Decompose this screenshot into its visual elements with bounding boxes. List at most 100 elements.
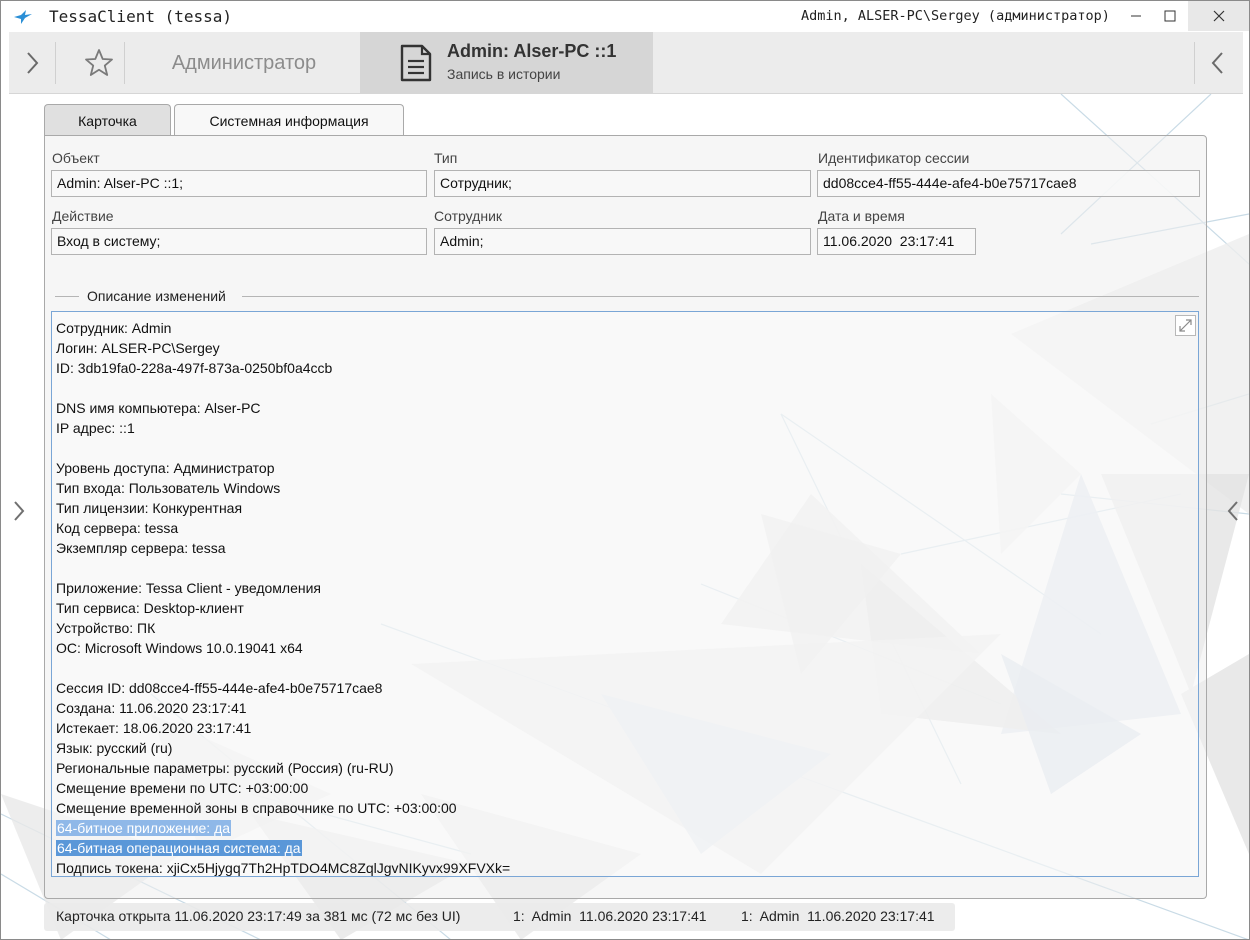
description-line-text: DNS имя компьютера: Alser-PC — [56, 400, 261, 416]
description-line: 64-битное приложение: да — [56, 818, 1156, 838]
description-line-text: IP адрес: ::1 — [56, 420, 135, 436]
current-user-info[interactable]: Admin, ALSER-PC\Sergey (администратор) — [801, 8, 1110, 24]
title-bar: TessaClient (tessa) Admin, ALSER-PC\Serg… — [1, 1, 1249, 33]
description-line: Уровень доступа: Администратор — [56, 458, 1156, 478]
employee-label: Сотрудник — [434, 208, 503, 224]
description-line: Логин: ALSER-PC\Sergey — [56, 338, 1156, 358]
description-line: Истекает: 18.06.2020 23:17:41 — [56, 718, 1156, 738]
description-line-text: Смещение временной зоны в справочнике по… — [56, 800, 457, 816]
active-tab-subtitle: Запись в истории — [447, 66, 561, 82]
chevron-right-icon — [27, 52, 39, 74]
close-icon — [1213, 10, 1225, 22]
chevron-left-icon — [1227, 501, 1238, 521]
description-line-text: Региональные параметры: русский (Россия)… — [56, 760, 394, 776]
datetime-field[interactable]: 11.06.2020 23:17:41 — [817, 228, 976, 255]
description-line-text: 64-битное приложение: да — [56, 820, 232, 836]
object-label: Объект — [52, 150, 100, 166]
description-line: Создана: 11.06.2020 23:17:41 — [56, 698, 1156, 718]
description-line-text: Экземпляр сервера: tessa — [56, 540, 226, 556]
expand-icon — [1179, 319, 1192, 332]
description-line-text: Уровень доступа: Администратор — [56, 460, 275, 476]
description-text: Сотрудник: Admin Логин: ALSER-PC\Sergey ID… — [56, 318, 1156, 878]
tab-card[interactable]: Карточка — [44, 104, 171, 136]
description-line-text: Устройство: ПК — [56, 620, 156, 636]
tab-system-info[interactable]: Системная информация — [174, 104, 404, 136]
maximize-icon — [1164, 10, 1176, 22]
tab-header: Администратор Admin: Alser-PC ::1 Запись… — [9, 32, 1243, 94]
description-line — [56, 558, 1156, 578]
description-line-text: ОС: Microsoft Windows 10.0.19041 x64 — [56, 640, 303, 656]
description-line-text: Приложение: Tessa Client - уведомления — [56, 580, 322, 596]
maximize-button[interactable] — [1147, 1, 1193, 31]
app-window: TessaClient (tessa) Admin, ALSER-PC\Serg… — [0, 0, 1250, 940]
description-line-text: Логин: ALSER-PC\Sergey — [56, 340, 220, 356]
description-line-text: Сессия ID: dd08cce4-ff55-444e-afe4-b0e75… — [56, 680, 383, 696]
description-line: 64-битная операционная система: да — [56, 838, 1156, 858]
datetime-label: Дата и время — [818, 208, 905, 224]
action-field[interactable]: Вход в систему; — [51, 228, 427, 255]
employee-field[interactable]: Admin; — [434, 228, 811, 255]
group-divider — [55, 296, 79, 297]
description-line-text: Сотрудник: Admin — [56, 320, 172, 336]
action-label: Действие — [52, 208, 114, 224]
expand-button[interactable] — [1175, 315, 1196, 336]
description-line-text: Язык: русский (ru) — [56, 740, 173, 756]
description-group-title: Описание изменений — [87, 288, 226, 304]
tab-active-card[interactable]: Admin: Alser-PC ::1 Запись в истории — [360, 32, 653, 94]
description-line-text: Истекает: 18.06.2020 23:17:41 — [56, 720, 252, 736]
description-line-text: Тип сервиса: Desktop-клиент — [56, 600, 244, 616]
object-field[interactable]: Admin: Alser-PC ::1; — [51, 170, 427, 197]
description-line-text: ID: 3db19fa0-228a-497f-873a-0250bf0a4ccb — [56, 360, 333, 376]
chevron-left-icon — [1211, 52, 1223, 74]
description-line-text: Код сервера: tessa — [56, 520, 179, 536]
history-entry[interactable]: 1: Admin 11.06.2020 23:17:41 — [513, 908, 707, 924]
description-line: Смещение временной зоны в справочнике по… — [56, 798, 1156, 818]
description-line: ОС: Microsoft Windows 10.0.19041 x64 — [56, 638, 1156, 658]
separator — [55, 42, 56, 84]
description-line-text: 64-битная операционная система: да — [56, 840, 302, 856]
status-footer: Карточка открыта 11.06.2020 23:17:49 за … — [44, 903, 955, 931]
card-opened-status: Карточка открыта 11.06.2020 23:17:49 за … — [56, 908, 461, 924]
description-line-text: Тип лицензии: Конкурентная — [56, 500, 243, 516]
description-line: Подпись токена: xjiCx5Hjygq7Th2HpTDO4MC8… — [56, 858, 1156, 878]
description-line: Приложение: Tessa Client - уведомления — [56, 578, 1156, 598]
separator — [124, 42, 125, 84]
left-side-panel-button[interactable] — [9, 496, 29, 526]
minimize-icon — [1131, 15, 1141, 17]
right-side-panel-button[interactable] — [1223, 496, 1243, 526]
type-label: Тип — [434, 150, 458, 166]
description-line-text: Тип входа: Пользователь Windows — [56, 480, 281, 496]
description-line: Код сервера: tessa — [56, 518, 1156, 538]
description-line — [56, 438, 1156, 458]
description-line: Тип входа: Пользователь Windows — [56, 478, 1156, 498]
description-line: ID: 3db19fa0-228a-497f-873a-0250bf0a4ccb — [56, 358, 1156, 378]
description-line: Региональные параметры: русский (Россия)… — [56, 758, 1156, 778]
description-line: Сотрудник: Admin — [56, 318, 1156, 338]
document-icon — [400, 44, 432, 82]
type-field[interactable]: Сотрудник; — [434, 170, 811, 197]
description-line: IP адрес: ::1 — [56, 418, 1156, 438]
star-icon — [85, 49, 113, 76]
description-textbox[interactable]: Сотрудник: Admin Логин: ALSER-PC\Sergey ID… — [51, 311, 1199, 877]
description-line-text: Подпись токена: xjiCx5Hjygq7Th2HpTDO4MC8… — [56, 860, 511, 876]
close-button[interactable] — [1188, 1, 1249, 31]
tab-administrator[interactable]: Администратор — [129, 32, 359, 94]
description-line: Сессия ID: dd08cce4-ff55-444e-afe4-b0e75… — [56, 678, 1156, 698]
description-line: Тип сервиса: Desktop-клиент — [56, 598, 1156, 618]
description-line — [56, 658, 1156, 678]
description-line: Экземпляр сервера: tessa — [56, 538, 1156, 558]
right-panel-toggle[interactable] — [1195, 32, 1241, 94]
history-entry[interactable]: 1: Admin 11.06.2020 23:17:41 — [741, 908, 935, 924]
session-id-label: Идентификатор сессии — [818, 150, 970, 166]
window-title: TessaClient (tessa) — [49, 7, 233, 26]
bird-icon — [14, 10, 32, 24]
description-line-text: Смещение времени по UTC: +03:00:00 — [56, 780, 309, 796]
description-line: Язык: русский (ru) — [56, 738, 1156, 758]
description-line: Устройство: ПК — [56, 618, 1156, 638]
group-divider — [242, 296, 1199, 297]
description-line: Тип лицензии: Конкурентная — [56, 498, 1156, 518]
favorites-button[interactable] — [69, 32, 129, 94]
description-line-text: Создана: 11.06.2020 23:17:41 — [56, 700, 247, 716]
session-id-field[interactable]: dd08cce4-ff55-444e-afe4-b0e75717cae8 — [817, 170, 1200, 197]
left-panel-toggle[interactable] — [9, 32, 55, 94]
